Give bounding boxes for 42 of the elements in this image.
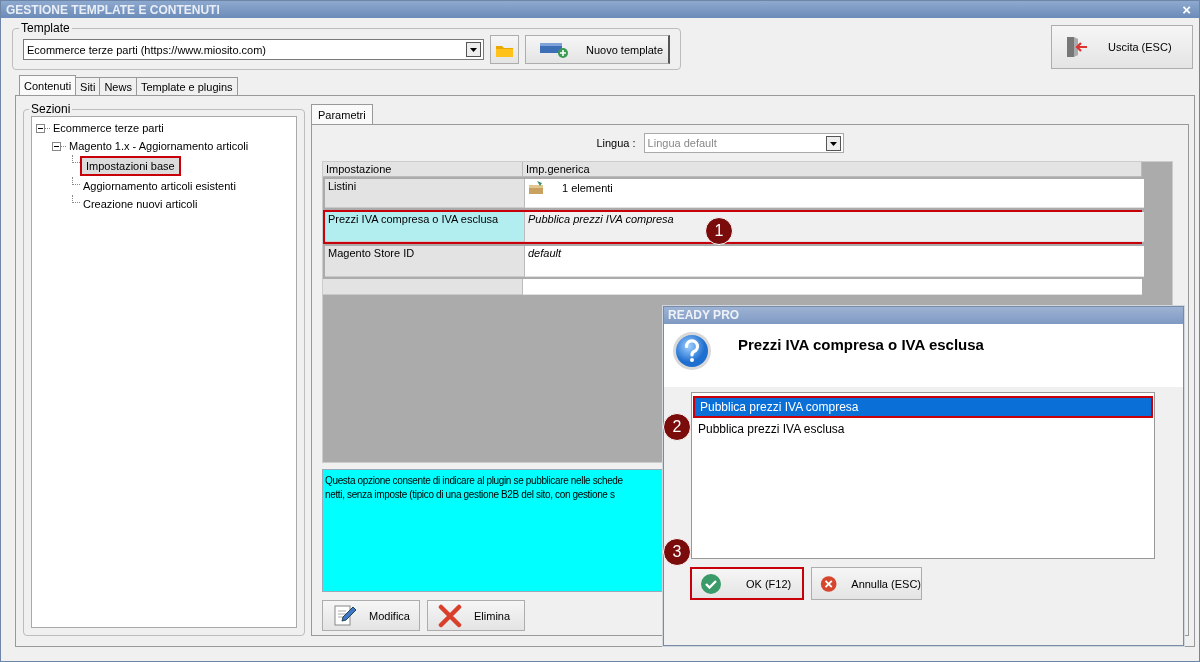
new-template-button[interactable]: Nuovo template: [525, 35, 670, 64]
column-header: Imp.generica: [523, 162, 1142, 177]
pencil-note-icon: [333, 604, 357, 627]
ok-button[interactable]: OK (F12): [690, 567, 804, 600]
list-option[interactable]: Pubblica prezzi IVA compresa: [693, 396, 1153, 418]
field-label: Lingua :: [596, 137, 636, 149]
edit-button[interactable]: Modifica: [322, 600, 420, 631]
dialog-title: READY PRO: [664, 307, 1183, 324]
table-cell[interactable]: Prezzi IVA compresa o IVA esclusa: [325, 212, 525, 242]
cell-text: 1 elementi: [562, 182, 613, 194]
exit-button[interactable]: Uscita (ESC): [1051, 25, 1193, 69]
table-cell[interactable]: 1 elementi: [525, 179, 1144, 208]
dialog-question: Prezzi IVA compresa o IVA esclusa: [738, 336, 984, 355]
description-text: Questa opzione consente di indicare al plugin se pubblicare nelle schede netti, senza imposte (tipico di una gestione B2B del sito, con gestione s: [325, 474, 623, 502]
delete-x-icon: [438, 603, 462, 628]
box-icon: [528, 180, 544, 195]
group-label: Template: [20, 21, 71, 35]
group-label: Sezioni: [30, 102, 72, 116]
window-title: GESTIONE TEMPLATE E CONTENUTI: [6, 2, 220, 17]
tree-item[interactable]: Ecommerce terze parti: [50, 119, 167, 137]
tree-item[interactable]: Magento 1.x - Aggiornamento articoli: [66, 137, 252, 155]
tab[interactable]: Template e plugins: [135, 77, 238, 95]
table-row[interactable]: Magento Store ID default: [323, 244, 1142, 279]
delete-button[interactable]: Elimina: [427, 600, 525, 631]
template-dropdown[interactable]: Ecommerce terze parti (https://www.miosito.com): [23, 39, 484, 60]
table-cell[interactable]: Listini: [325, 179, 525, 208]
tree-item[interactable]: Impostazioni base: [80, 156, 181, 176]
column-header: Impostazione: [323, 162, 523, 177]
check-icon: [700, 572, 722, 595]
table-row[interactable]: Listini 1 elementi: [323, 177, 1142, 210]
table-cell[interactable]: default: [525, 246, 1144, 277]
tab[interactable]: Parametri: [311, 104, 373, 124]
table-cell[interactable]: Magento Store ID: [325, 246, 525, 277]
tab[interactable]: Contenuti: [19, 75, 77, 95]
cancel-button[interactable]: Annulla (ESC): [811, 567, 922, 600]
template-add-icon: [540, 40, 568, 59]
folder-button[interactable]: [490, 35, 519, 64]
exit-door-icon: [1066, 36, 1088, 58]
tree-item[interactable]: Aggiornamento articoli esistenti: [80, 177, 239, 195]
list-option[interactable]: Pubblica prezzi IVA esclusa: [693, 420, 1153, 438]
question-icon: [672, 331, 712, 371]
tree-item[interactable]: Creazione nuovi articoli: [80, 195, 201, 213]
